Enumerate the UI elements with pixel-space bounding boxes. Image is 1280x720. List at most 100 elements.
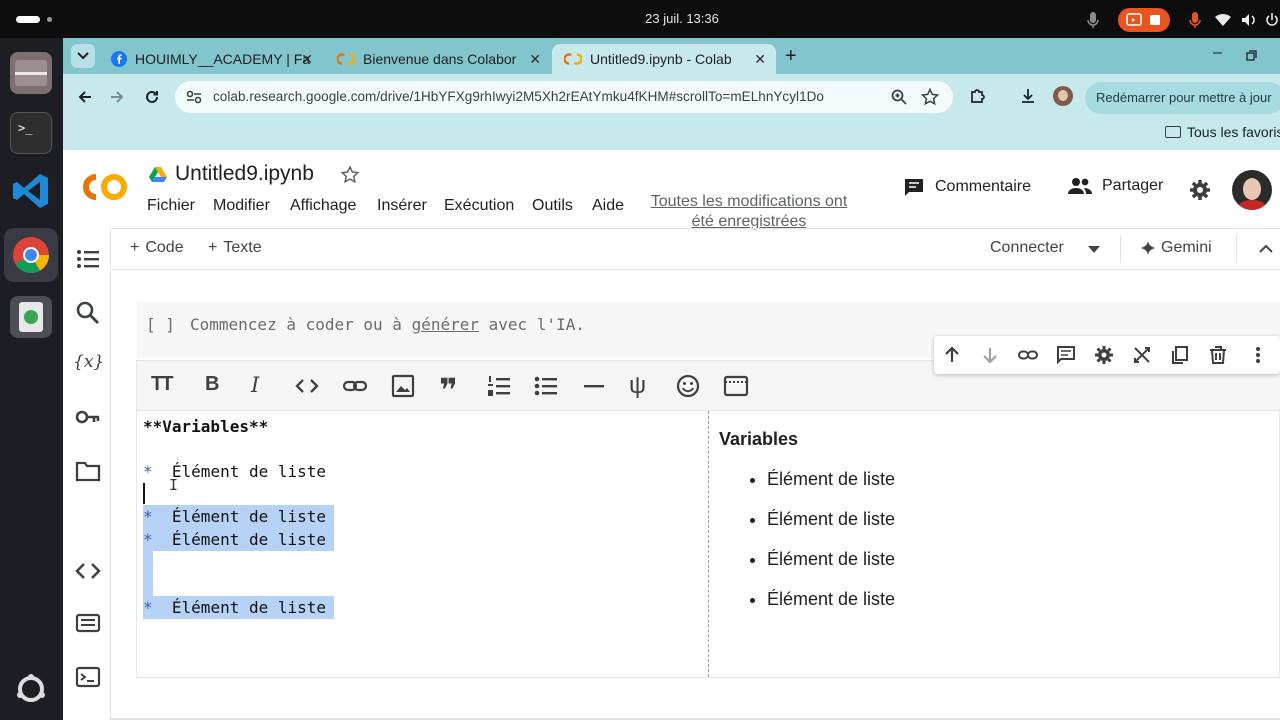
stop-recording-icon[interactable] (1150, 15, 1160, 25)
wifi-icon[interactable] (1214, 10, 1232, 30)
share-button[interactable]: Partager (1068, 177, 1163, 195)
code-cell-placeholder: Commencez à coder ou à générer avec l'IA… (190, 315, 585, 334)
close-tab-icon[interactable]: ✕ (301, 51, 313, 68)
show-apps-icon[interactable] (14, 672, 48, 706)
bullet-marker: * (143, 598, 153, 617)
bullet-marker: * (143, 462, 153, 481)
reload-icon[interactable] (144, 89, 160, 105)
toolbar-divider (1120, 235, 1121, 263)
preview-layout-icon[interactable] (723, 373, 749, 399)
vscode-app-icon[interactable] (10, 170, 52, 212)
settings-gear-icon[interactable] (1189, 179, 1211, 201)
screen-recording-indicator[interactable] (1118, 8, 1170, 32)
download-icon[interactable] (1019, 87, 1037, 105)
tab-search-button[interactable] (71, 44, 95, 68)
volume-icon[interactable] (1240, 10, 1258, 30)
numbered-list-icon[interactable] (486, 373, 512, 399)
maximize-window-icon[interactable] (1246, 50, 1257, 61)
markdown-preview: Variables Élément de liste Élément de li… (719, 411, 1279, 677)
command-palette-icon[interactable] (75, 610, 101, 636)
generate-link[interactable]: générer (412, 315, 479, 334)
search-icon[interactable] (75, 300, 101, 326)
zoom-icon[interactable] (891, 89, 907, 105)
gemini-button[interactable]: Gemini (1141, 239, 1212, 257)
variables-icon[interactable]: {x} (73, 352, 105, 378)
comment-label: Commentaire (935, 178, 1032, 195)
code-snippets-icon[interactable] (75, 558, 101, 584)
add-code-cell-button[interactable]: + Code (130, 239, 184, 257)
bookmarks-bar-all-bookmarks[interactable]: Tous les favoris (1165, 124, 1280, 140)
connect-dropdown-icon[interactable] (1088, 246, 1100, 254)
menu-aide[interactable]: Aide (592, 197, 624, 215)
menu-execution[interactable]: Exécution (444, 197, 514, 215)
ubuntu-dock: >_ (0, 38, 63, 720)
omnibox[interactable]: colab.research.google.com/drive/1HbYFXg9… (175, 81, 953, 113)
link-icon[interactable] (342, 373, 368, 399)
delete-cell-icon[interactable] (1208, 345, 1228, 365)
italic-icon[interactable]: I (251, 373, 277, 399)
minimize-window-icon[interactable]: – (1213, 44, 1222, 62)
image-icon[interactable] (390, 373, 416, 399)
terminal-app-icon[interactable]: >_ (10, 112, 52, 154)
cell-settings-icon[interactable] (1094, 345, 1114, 365)
emoji-icon[interactable] (675, 373, 701, 399)
cell-link-icon[interactable] (1018, 345, 1038, 365)
google-drive-icon[interactable] (149, 166, 167, 182)
close-tab-icon[interactable]: ✕ (529, 51, 541, 68)
chrome-app-icon[interactable] (4, 228, 58, 282)
extensions-icon[interactable] (969, 87, 987, 105)
save-status-link[interactable]: Toutes les modifications ont été enregis… (643, 192, 855, 232)
files-app-icon[interactable] (10, 52, 52, 94)
menu-outils[interactable]: Outils (532, 197, 573, 215)
add-comment-icon[interactable] (1056, 345, 1076, 365)
run-cell-button[interactable]: [ ] (146, 315, 175, 334)
microphone-icon[interactable] (1086, 10, 1100, 30)
menu-affichage[interactable]: Affichage (290, 197, 356, 215)
menu-inserer[interactable]: Insérer (377, 197, 427, 215)
star-icon[interactable] (340, 165, 360, 185)
more-options-icon[interactable] (1248, 345, 1268, 365)
code-format-icon[interactable] (294, 373, 320, 399)
new-tab-button[interactable]: + (785, 45, 797, 68)
back-arrow-icon[interactable] (77, 89, 93, 105)
user-avatar[interactable] (1232, 170, 1272, 210)
notebook-title[interactable]: Untitled9.ipynb (175, 162, 314, 186)
connect-label: Connecter (990, 239, 1064, 256)
files-folder-icon[interactable] (75, 458, 101, 484)
bookmark-star-icon[interactable] (921, 88, 939, 106)
menu-modifier[interactable]: Modifier (213, 197, 270, 215)
cell-mirror-icon[interactable] (1132, 345, 1152, 365)
tab-houimly-academy[interactable]: HOUIMLY__ACADEMY | Fa ✕ (99, 44, 323, 74)
markdown-editor[interactable]: **Variables** * Élément de liste I * Élé… (137, 411, 709, 677)
move-cell-up-icon[interactable] (942, 345, 962, 365)
secrets-key-icon[interactable] (75, 404, 101, 430)
bold-icon[interactable]: B (205, 373, 231, 399)
blockquote-icon[interactable]: ❞ (439, 373, 465, 407)
power-icon[interactable] (1266, 10, 1278, 30)
relaunch-to-update-button[interactable]: Redémarrer pour mettre à jour (1085, 82, 1280, 114)
horizontal-rule-icon[interactable] (581, 373, 607, 399)
bulleted-list-icon[interactable] (533, 373, 559, 399)
chevron-up-icon[interactable] (1259, 244, 1273, 253)
tab-bienvenue-colab[interactable]: Bienvenue dans Colabor ✕ (325, 44, 551, 74)
forward-arrow-icon[interactable] (109, 89, 125, 105)
add-text-cell-button[interactable]: + Texte (208, 239, 262, 257)
move-cell-down-icon[interactable] (980, 345, 1000, 365)
text-cell[interactable]: TT B I ❞ ψ **Variables** * Élément de li… (136, 360, 1280, 678)
colab-logo-icon[interactable] (79, 170, 129, 204)
menu-fichier[interactable]: Fichier (147, 197, 195, 215)
comment-button[interactable]: Commentaire (903, 177, 1031, 197)
connect-button[interactable]: Connecter (990, 239, 1064, 257)
terminal-icon[interactable] (75, 664, 101, 690)
latex-psi-icon[interactable]: ψ (629, 373, 655, 399)
copy-to-scratch-icon[interactable] (1170, 345, 1190, 365)
table-of-contents-icon[interactable] (75, 246, 101, 272)
microphone-active-icon[interactable] (1188, 10, 1202, 30)
heading-icon[interactable]: TT (151, 373, 183, 399)
profile-avatar[interactable] (1053, 86, 1073, 106)
editor-line: * Élément de liste (143, 596, 335, 619)
site-info-icon[interactable] (186, 90, 202, 104)
tab-untitled9[interactable]: Untitled9.ipynb - Colab ✕ (552, 44, 776, 74)
trash-app-icon[interactable] (10, 296, 52, 338)
close-tab-icon[interactable]: ✕ (754, 51, 766, 68)
